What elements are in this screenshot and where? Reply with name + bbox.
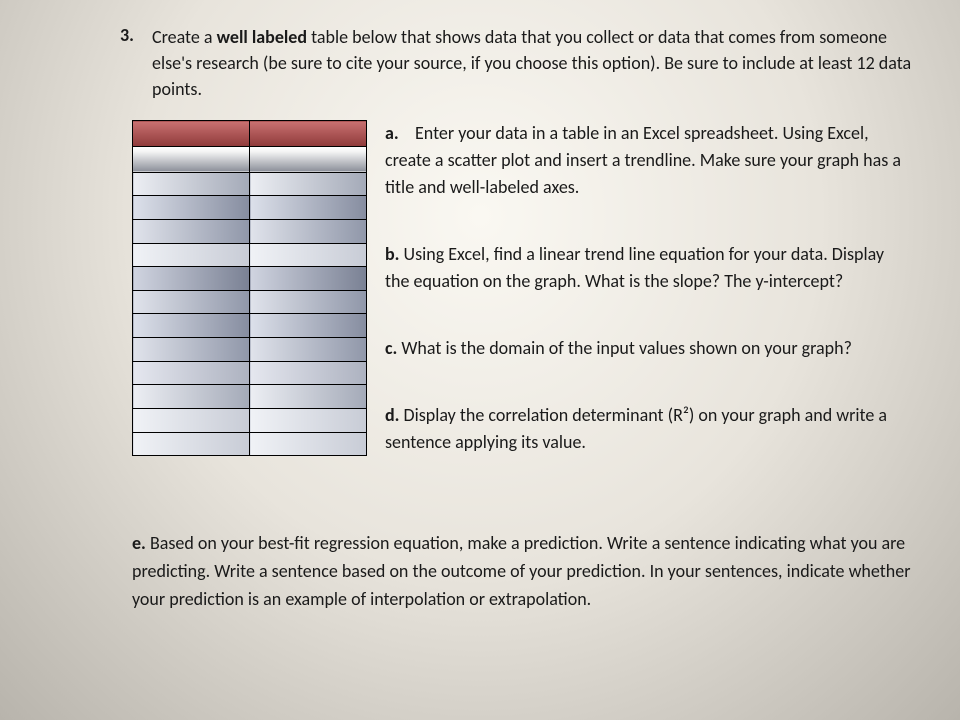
table-row xyxy=(133,196,367,220)
part-b: b. Using Excel, find a linear trend line… xyxy=(385,241,912,295)
table-row xyxy=(133,290,367,314)
part-c-text: What is the domain of the input values s… xyxy=(397,337,852,359)
prompt-bold: well labeled xyxy=(217,26,307,48)
prompt-pre: Create a xyxy=(152,26,217,48)
part-e-text: Based on your best-fit regression equati… xyxy=(132,532,910,610)
part-a: a. Enter your data in a table in an Exce… xyxy=(385,120,912,201)
part-d-text: Display the correlation determinant (R²)… xyxy=(385,404,887,453)
table-header-row xyxy=(133,121,367,147)
part-b-text: Using Excel, find a linear trend line eq… xyxy=(385,243,884,292)
question-number: 3. xyxy=(120,24,134,46)
table-row xyxy=(133,267,367,291)
document-page: 3. Create a well labeled table below tha… xyxy=(0,0,960,634)
part-d-label: d. xyxy=(385,404,399,426)
sub-questions-right: a. Enter your data in a table in an Exce… xyxy=(385,120,920,456)
table-row xyxy=(133,219,367,243)
part-b-label: b. xyxy=(385,243,399,265)
part-d: d. Display the correlation determinant (… xyxy=(385,402,912,456)
part-e: e. Based on your best-fit regression equ… xyxy=(132,530,920,614)
table-subheader-row xyxy=(133,146,367,172)
part-c-label: c. xyxy=(385,337,397,359)
table-row xyxy=(133,243,367,267)
table-row xyxy=(133,172,367,196)
part-e-label: e. xyxy=(132,532,146,554)
table-row xyxy=(133,408,367,432)
table-row xyxy=(133,314,367,338)
part-c: c. What is the domain of the input value… xyxy=(385,335,912,362)
empty-data-table xyxy=(132,120,367,456)
question-prompt: Create a well labeled table below that s… xyxy=(152,24,920,102)
question-body: Create a well labeled table below that s… xyxy=(152,24,920,614)
table-row xyxy=(133,361,367,385)
table-row xyxy=(133,432,367,456)
part-a-text: Enter your data in a table in an Excel s… xyxy=(385,122,901,198)
content-row: a. Enter your data in a table in an Exce… xyxy=(152,120,920,456)
table-row xyxy=(133,338,367,362)
part-a-label: a. xyxy=(385,122,399,144)
table-row xyxy=(133,385,367,409)
